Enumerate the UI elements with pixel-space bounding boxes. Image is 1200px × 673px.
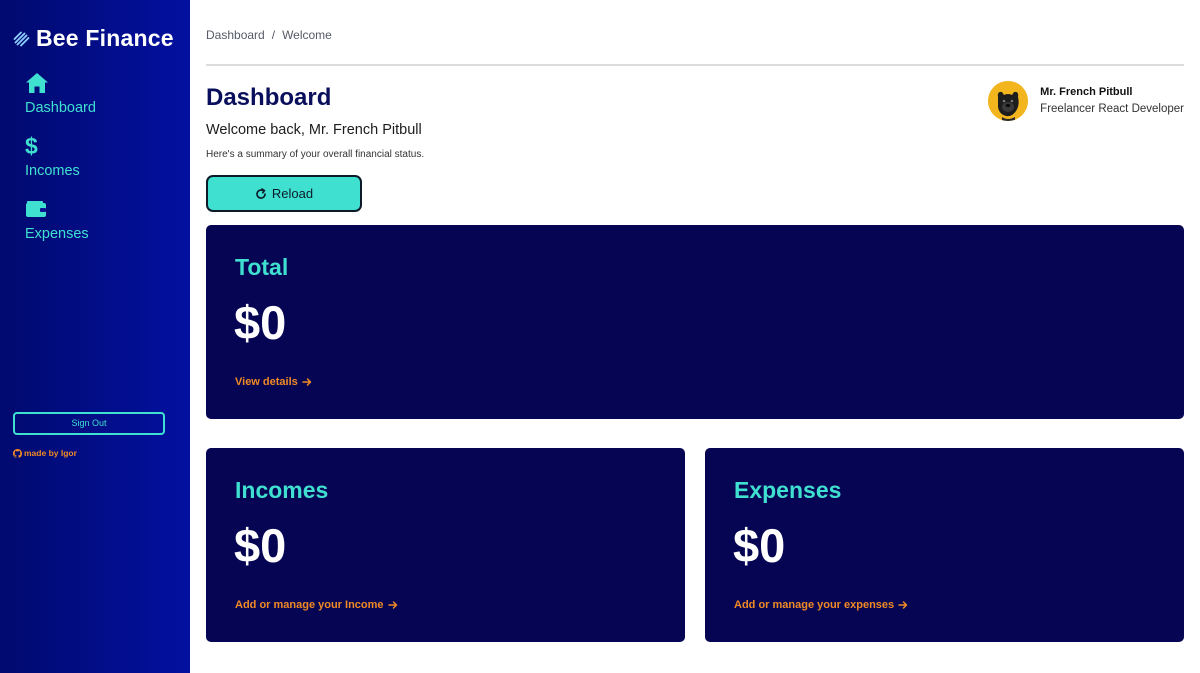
arrow-right-icon (898, 601, 908, 609)
breadcrumb-separator: / (271, 28, 276, 42)
sidebar-item-dashboard[interactable]: Dashboard (25, 71, 96, 117)
user-profile[interactable]: Mr. French Pitbull Freelancer React Deve… (988, 81, 1184, 121)
manage-income-label: Add or manage your Income (235, 599, 384, 611)
manage-expenses-link[interactable]: Add or manage your expenses (734, 599, 908, 611)
svg-text:$: $ (25, 134, 38, 158)
pitbull-avatar-icon (988, 81, 1029, 121)
avatar (988, 81, 1029, 121)
profile-text: Mr. French Pitbull Freelancer React Deve… (1040, 81, 1184, 115)
breadcrumb-item-dashboard[interactable]: Dashboard (206, 28, 265, 42)
total-card: Total $0 View details (206, 225, 1184, 419)
manage-income-link[interactable]: Add or manage your Income (235, 599, 398, 611)
brand-name: Bee Finance (36, 25, 174, 51)
bee-logo-icon (13, 31, 30, 47)
incomes-card: Incomes $0 Add or manage your Income (206, 448, 685, 642)
total-card-value: $0 (234, 296, 287, 349)
sidebar-item-label: Incomes (25, 163, 80, 179)
wallet-icon (26, 201, 46, 217)
made-by-label: made by Igor (24, 448, 77, 458)
profile-name: Mr. French Pitbull (1040, 86, 1133, 98)
sidebar: Bee Finance Dashboard $ Incomes Expenses… (0, 0, 190, 673)
expenses-card: Expenses $0 Add or manage your expenses (705, 448, 1184, 642)
arrow-right-icon (302, 378, 312, 386)
welcome-message: Welcome back, Mr. French Pitbull (206, 122, 422, 138)
reload-button[interactable]: Reload (206, 175, 362, 212)
incomes-card-value: $0 (234, 519, 287, 572)
sidebar-item-label: Expenses (25, 226, 89, 242)
arrow-right-icon (387, 601, 397, 609)
page-title: Dashboard (206, 84, 332, 111)
made-by-link[interactable]: made by Igor (13, 448, 77, 458)
expenses-card-value: $0 (733, 519, 786, 572)
header-divider (206, 64, 1184, 66)
view-details-link[interactable]: View details (235, 376, 312, 388)
profile-role: Freelancer React Developer (1040, 103, 1184, 115)
reload-icon (256, 187, 266, 199)
breadcrumb-item-welcome: Welcome (282, 28, 332, 42)
manage-expenses-label: Add or manage your expenses (734, 599, 895, 611)
home-icon (26, 73, 48, 93)
sidebar-item-label: Dashboard (25, 100, 96, 116)
sign-out-button[interactable]: Sign Out (13, 412, 165, 435)
sidebar-item-expenses[interactable]: Expenses (25, 197, 89, 243)
dollar-icon: $ (25, 134, 38, 158)
sidebar-item-incomes[interactable]: $ Incomes (25, 134, 80, 180)
incomes-card-title: Incomes (235, 477, 329, 503)
brand[interactable]: Bee Finance (13, 25, 174, 52)
github-icon (13, 448, 22, 458)
summary-text: Here's a summary of your overall financi… (206, 149, 425, 160)
view-details-label: View details (235, 376, 298, 388)
expenses-card-title: Expenses (734, 477, 842, 503)
breadcrumb: Dashboard / Welcome (206, 28, 332, 42)
total-card-title: Total (235, 254, 289, 280)
reload-label: Reload (271, 186, 314, 201)
